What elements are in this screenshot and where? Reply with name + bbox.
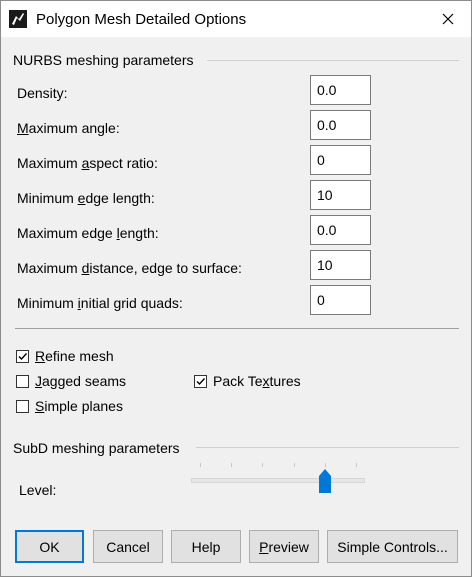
slider-tick xyxy=(356,463,357,467)
field-label-2: Maximum aspect ratio: xyxy=(17,155,158,171)
slider-tick xyxy=(200,463,201,467)
slider-tick xyxy=(324,463,326,467)
simple-planes-box[interactable] xyxy=(16,399,29,413)
field-label-4: Maximum edge length: xyxy=(17,225,159,241)
slider-tick xyxy=(262,463,264,467)
section-separator xyxy=(15,328,459,329)
field-label-6: Minimum initial grid quads: xyxy=(17,295,183,311)
help-button-label: Help xyxy=(191,538,221,555)
field-input-4[interactable] xyxy=(310,215,371,245)
level-slider-track[interactable] xyxy=(191,478,365,483)
pack-textures-label: Pack Textures xyxy=(213,373,301,389)
field-input-2[interactable] xyxy=(310,145,371,175)
field-label-3: Minimum edge length: xyxy=(17,190,155,206)
pack-textures-checkbox[interactable]: Pack Textures xyxy=(194,373,301,389)
subd-section-heading: SubD meshing parameters xyxy=(13,440,180,456)
close-icon xyxy=(442,13,454,25)
window-title: Polygon Mesh Detailed Options xyxy=(36,11,247,28)
nurbs-section-rule xyxy=(207,60,459,61)
dialog-window: Polygon Mesh Detailed Options NURBS mesh… xyxy=(0,0,472,577)
ok-button-label: OK xyxy=(39,538,60,555)
cancel-button-label: Cancel xyxy=(106,538,150,555)
level-label: Level: xyxy=(19,482,57,498)
title-bar[interactable]: Polygon Mesh Detailed Options xyxy=(1,1,471,37)
field-input-0[interactable] xyxy=(310,75,371,105)
field-label-1: Maximum angle: xyxy=(17,120,120,136)
level-slider-thumb[interactable] xyxy=(318,469,331,493)
check-icon xyxy=(196,377,206,385)
field-input-3[interactable] xyxy=(310,180,371,210)
ok-button[interactable]: OK xyxy=(15,530,84,563)
field-input-5[interactable] xyxy=(310,250,371,280)
close-button[interactable] xyxy=(425,1,471,37)
refine-mesh-label: Refine mesh xyxy=(35,348,114,364)
preview-button-label: Preview xyxy=(259,538,309,555)
slider-tick xyxy=(231,463,233,467)
rhino-app-icon xyxy=(9,10,27,28)
subd-section-rule xyxy=(196,447,459,448)
refine-mesh-checkbox[interactable]: Refine mesh xyxy=(16,348,114,364)
check-icon xyxy=(18,352,28,360)
field-label-5: Maximum distance, edge to surface: xyxy=(17,260,242,276)
jagged-seams-box[interactable] xyxy=(16,374,29,388)
preview-button[interactable]: Preview xyxy=(249,530,319,563)
simple-planes-checkbox[interactable]: Simple planes xyxy=(16,398,123,414)
level-slider[interactable] xyxy=(191,461,365,497)
jagged-seams-label: Jagged seams xyxy=(35,373,127,389)
simple-planes-label: Simple planes xyxy=(35,398,123,414)
field-input-1[interactable] xyxy=(310,110,371,140)
simple-controls-button-label: Simple Controls... xyxy=(337,538,448,555)
help-button[interactable]: Help xyxy=(171,530,241,563)
refine-mesh-box[interactable] xyxy=(16,349,29,363)
jagged-seams-checkbox[interactable]: Jagged seams xyxy=(16,373,126,389)
field-input-6[interactable] xyxy=(310,285,371,315)
cancel-button[interactable]: Cancel xyxy=(93,530,163,563)
pack-textures-box[interactable] xyxy=(194,374,207,388)
simple-controls-button[interactable]: Simple Controls... xyxy=(327,530,458,563)
nurbs-section-heading: NURBS meshing parameters xyxy=(13,52,194,68)
field-label-0: Density: xyxy=(17,85,68,101)
slider-tick xyxy=(293,463,295,467)
